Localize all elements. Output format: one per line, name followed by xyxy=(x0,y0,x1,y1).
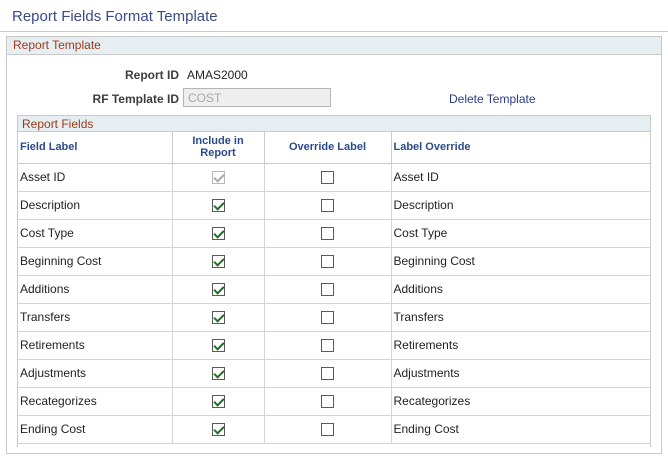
override-cell xyxy=(264,219,392,248)
title-divider xyxy=(0,31,668,32)
field-label-cell: Retirements xyxy=(18,331,173,360)
label-override-cell: Cost Type xyxy=(391,219,650,248)
field-label-cell: Transfers xyxy=(18,303,173,332)
field-label-cell: Asset ID xyxy=(18,163,173,192)
field-label-cell: Beginning Cost xyxy=(18,247,173,276)
table-row: Additions Additions xyxy=(18,275,650,304)
table-row: Adjustments Adjustments xyxy=(18,359,650,388)
field-label-cell: Additions xyxy=(18,275,173,304)
page-title: Report Fields Format Template xyxy=(12,8,218,25)
report-id-label: Report ID xyxy=(125,68,179,82)
include-cell xyxy=(172,359,265,388)
override-cell xyxy=(264,303,392,332)
field-label-cell: Adjustments xyxy=(18,359,173,388)
table-row: Beginning Cost Beginning Cost xyxy=(18,247,650,276)
col-label-override[interactable]: Label Override xyxy=(391,132,650,164)
override-cell xyxy=(264,163,392,192)
override-label-checkbox[interactable] xyxy=(321,311,334,325)
override-label-checkbox[interactable] xyxy=(321,199,334,213)
override-label-checkbox[interactable] xyxy=(321,255,334,269)
field-label-cell: Ending Cost xyxy=(18,415,173,444)
table-row: Retirements Retirements xyxy=(18,331,650,360)
table-row: Transfers Transfers xyxy=(18,303,650,332)
include-cell xyxy=(172,275,265,304)
include-cell xyxy=(172,247,265,276)
table-row: Description Description xyxy=(18,191,650,220)
field-label-cell: Recategorizes xyxy=(18,387,173,416)
include-in-report-checkbox[interactable] xyxy=(211,367,225,381)
col-field-label[interactable]: Field Label xyxy=(18,132,173,164)
include-cell xyxy=(172,387,265,416)
override-cell xyxy=(264,387,392,416)
include-in-report-checkbox[interactable] xyxy=(211,199,225,213)
include-in-report-checkbox[interactable] xyxy=(211,395,225,409)
include-cell xyxy=(172,191,265,220)
label-override-cell: Asset ID xyxy=(391,163,650,192)
override-cell xyxy=(264,275,392,304)
field-label-cell: Description xyxy=(18,191,173,220)
override-label-checkbox[interactable] xyxy=(321,171,334,185)
include-cell xyxy=(172,219,265,248)
override-cell xyxy=(264,359,392,388)
include-in-report-checkbox[interactable] xyxy=(211,311,225,325)
label-override-cell: Ending Cost xyxy=(391,415,650,444)
report-fields-header: Report Fields xyxy=(18,116,650,132)
report-fields-grid: Report Fields Field Label Include in Rep… xyxy=(17,115,651,447)
label-override-cell: Recategorizes xyxy=(391,387,650,416)
override-cell xyxy=(264,415,392,444)
override-label-checkbox[interactable] xyxy=(321,283,334,297)
table-header-row: Field Label Include in Report Override L… xyxy=(18,132,650,164)
include-in-report-checkbox[interactable] xyxy=(211,255,225,269)
label-override-cell: Beginning Cost xyxy=(391,247,650,276)
field-label-cell: Cost Type xyxy=(18,219,173,248)
include-in-report-checkbox[interactable] xyxy=(211,227,225,241)
rf-template-id-field[interactable] xyxy=(183,88,331,107)
include-in-report-checkbox[interactable] xyxy=(211,423,225,437)
label-override-cell: Additions xyxy=(391,275,650,304)
col-include-in-report[interactable]: Include in Report xyxy=(172,132,265,164)
report-template-box: Report Template Report ID AMAS2000 RF Te… xyxy=(6,36,662,454)
include-in-report-checkbox[interactable] xyxy=(211,283,225,297)
delete-template-link[interactable]: Delete Template xyxy=(449,92,536,106)
label-override-cell: Retirements xyxy=(391,331,650,360)
report-id-value: AMAS2000 xyxy=(187,68,248,82)
override-cell xyxy=(264,247,392,276)
override-label-checkbox[interactable] xyxy=(321,227,334,241)
override-label-checkbox[interactable] xyxy=(321,423,334,437)
report-template-header: Report Template xyxy=(7,37,661,55)
include-cell xyxy=(172,331,265,360)
rf-template-id-label: RF Template ID xyxy=(92,92,179,106)
label-override-cell: Description xyxy=(391,191,650,220)
override-label-checkbox[interactable] xyxy=(321,339,334,353)
override-label-checkbox[interactable] xyxy=(321,367,334,381)
table-row: Cost Type Cost Type xyxy=(18,219,650,248)
override-cell xyxy=(264,191,392,220)
report-fields-table: Field Label Include in Report Override L… xyxy=(18,132,650,444)
label-override-cell: Adjustments xyxy=(391,359,650,388)
include-cell xyxy=(172,303,265,332)
include-in-report-checkbox[interactable] xyxy=(211,339,225,353)
include-cell xyxy=(172,163,265,192)
table-row: Ending Cost Ending Cost xyxy=(18,415,650,444)
col-override-label[interactable]: Override Label xyxy=(264,132,392,164)
table-row: Recategorizes Recategorizes xyxy=(18,387,650,416)
include-cell xyxy=(172,415,265,444)
table-row: Asset ID Asset ID xyxy=(18,163,650,192)
override-cell xyxy=(264,331,392,360)
include-in-report-checkbox xyxy=(211,171,225,185)
override-label-checkbox[interactable] xyxy=(321,395,334,409)
label-override-cell: Transfers xyxy=(391,303,650,332)
